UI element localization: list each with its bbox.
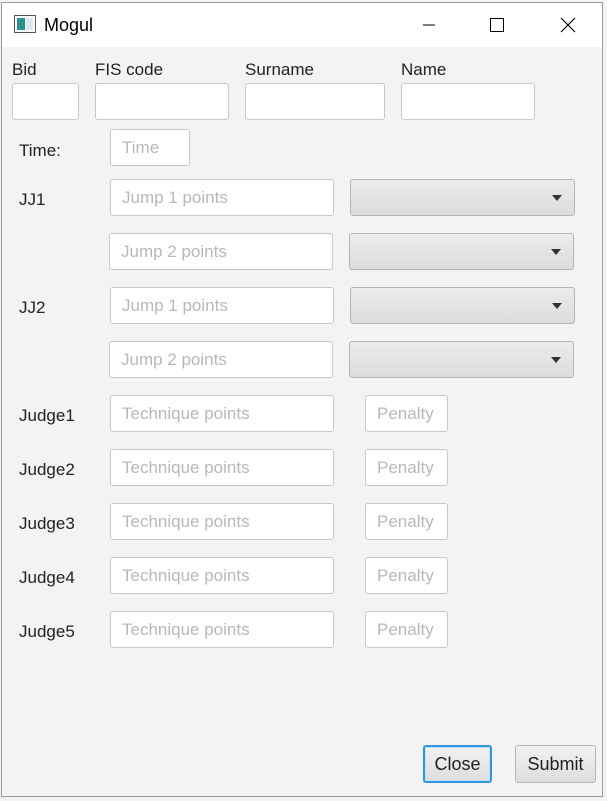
jj2-jump2-input[interactable] — [109, 341, 333, 378]
time-input[interactable] — [110, 129, 190, 166]
judge1-technique-input[interactable] — [110, 395, 334, 432]
bid-input[interactable] — [12, 83, 79, 120]
app-window-icon — [14, 15, 36, 33]
title-bar[interactable]: Mogul — [2, 3, 602, 47]
judge2-technique-input[interactable] — [110, 449, 334, 486]
mogul-window: Mogul Bid FIS code Surname Name Time: JJ… — [1, 2, 603, 797]
jj2-jump1-select[interactable] — [350, 287, 575, 324]
judge2-label: Judge2 — [19, 460, 75, 479]
judge4-penalty-input[interactable] — [365, 557, 448, 594]
chevron-down-icon — [551, 356, 561, 363]
jj1-jump2-input[interactable] — [109, 233, 333, 270]
bid-label: Bid — [12, 60, 37, 79]
time-label: Time: — [19, 141, 61, 160]
judge1-label: Judge1 — [19, 406, 75, 425]
window-title: Mogul — [44, 15, 94, 35]
jj1-label: JJ1 — [19, 190, 46, 209]
maximize-icon — [490, 18, 504, 32]
chevron-down-icon — [552, 194, 562, 201]
fis-code-label: FIS code — [95, 60, 164, 79]
judge3-technique-input[interactable] — [110, 503, 334, 540]
judge4-label: Judge4 — [19, 568, 75, 587]
surname-label: Surname — [245, 60, 314, 79]
jj1-jump1-select[interactable] — [350, 179, 575, 216]
judge5-technique-input[interactable] — [110, 611, 334, 648]
minimize-button[interactable] — [406, 3, 452, 47]
judge1-penalty-input[interactable] — [365, 395, 448, 432]
maximize-button[interactable] — [474, 3, 520, 47]
submit-button[interactable]: Submit — [515, 745, 596, 783]
jj1-jump2-select[interactable] — [349, 233, 574, 270]
minimize-icon — [423, 24, 435, 26]
judge3-penalty-input[interactable] — [365, 503, 448, 540]
chevron-down-icon — [552, 302, 562, 309]
close-button[interactable]: Close — [423, 745, 492, 783]
fis-code-input[interactable] — [95, 83, 229, 120]
jj1-jump1-input[interactable] — [110, 179, 334, 216]
name-input[interactable] — [401, 83, 535, 120]
judge5-penalty-input[interactable] — [365, 611, 448, 648]
close-window-button[interactable] — [545, 3, 591, 47]
surname-input[interactable] — [245, 83, 385, 120]
judge5-label: Judge5 — [19, 622, 75, 641]
jj2-label: JJ2 — [19, 298, 46, 317]
judge3-label: Judge3 — [19, 514, 75, 533]
judge2-penalty-input[interactable] — [365, 449, 448, 486]
jj2-jump1-input[interactable] — [110, 287, 334, 324]
judge4-technique-input[interactable] — [110, 557, 334, 594]
close-icon — [560, 17, 576, 33]
jj2-jump2-select[interactable] — [349, 341, 574, 378]
name-label: Name — [401, 60, 447, 79]
chevron-down-icon — [551, 248, 561, 255]
